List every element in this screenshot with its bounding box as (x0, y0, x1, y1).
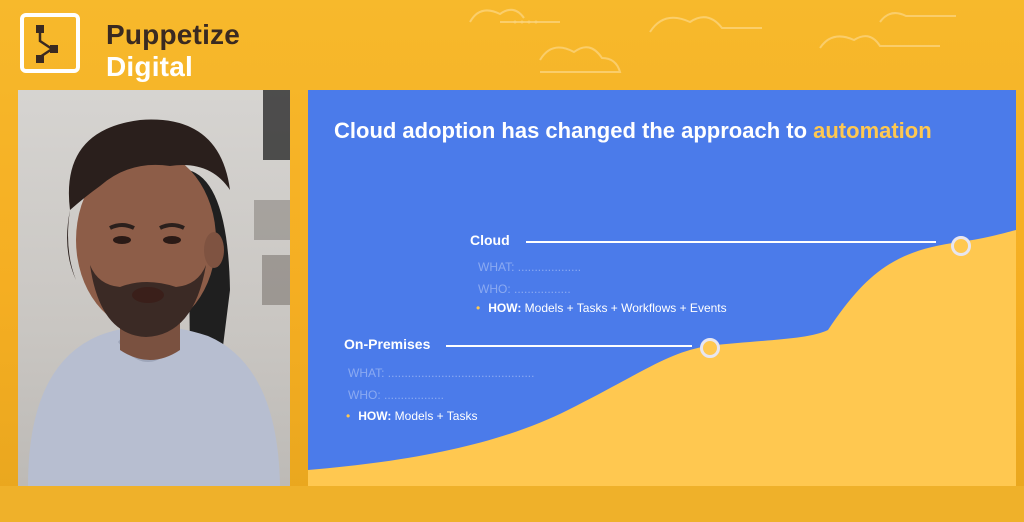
speaker-webcam-feed (18, 90, 290, 486)
cloud-bullet-how: • HOW: Models + Tasks + Workflows + Event… (476, 301, 727, 315)
cloud-label: Cloud (470, 232, 510, 248)
slide-title-main: Cloud adoption has changed the approach … (334, 118, 814, 143)
cloud-bullet-what: WHAT: ................... (478, 260, 582, 274)
brand-name-line2: Digital (106, 51, 193, 82)
slide-title: Cloud adoption has changed the approach … (334, 118, 932, 144)
speaker-video-image (28, 90, 290, 486)
presentation-slide: Cloud adoption has changed the approach … (308, 90, 1016, 486)
brand-logo: Puppetize Digital (20, 13, 320, 82)
onprem-bullet-how: • HOW: Models + Tasks (346, 409, 478, 423)
onprem-bullet-what: WHAT: ..................................… (348, 366, 535, 380)
onprem-marker (700, 338, 720, 358)
cloud-arrow-line (526, 241, 936, 243)
slide-title-highlight: automation (813, 118, 932, 143)
adoption-curve-graphic (308, 230, 1016, 486)
bullet-dot-icon: • (476, 301, 481, 315)
onprem-arrow-line (446, 345, 692, 347)
bullet-dot-icon: • (346, 409, 351, 423)
bottom-strip (0, 486, 1024, 522)
cloud-bullet-who: WHO: ................. (478, 282, 571, 296)
brand-name-line1: Puppetize (106, 19, 241, 50)
puppetize-logo-icon (20, 13, 80, 73)
onprem-label: On-Premises (344, 336, 431, 352)
onprem-bullet-who: WHO: .................. (348, 388, 445, 402)
cloud-marker (951, 236, 971, 256)
